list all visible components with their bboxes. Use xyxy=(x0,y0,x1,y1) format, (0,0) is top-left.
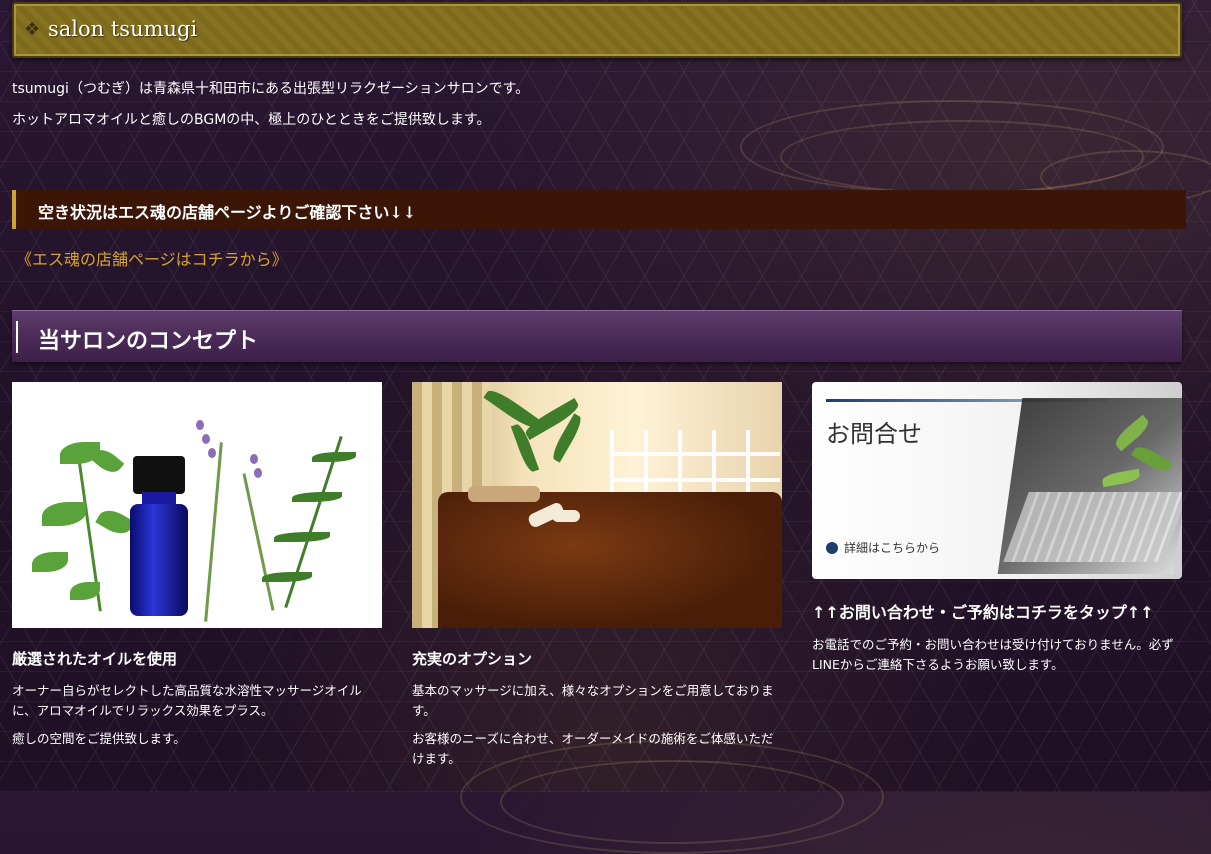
card-title: 厳選されたオイルを使用 xyxy=(12,650,178,668)
card-text: 基本のマッサージに加え、様々なオプションをご用意しております。 xyxy=(412,683,774,718)
concept-heading-bar: 当サロンのコンセプト xyxy=(12,310,1182,362)
card-text: オーナー自らがセレクトした高品質な水溶性マッサージオイルに、アロマオイルでリラッ… xyxy=(12,683,362,718)
background-swirl xyxy=(500,760,844,844)
treatment-room-image xyxy=(412,382,782,628)
intro-line-1: tsumugi（つむぎ）は青森県十和田市にある出張型リラクゼーションサロンです。 xyxy=(12,81,530,97)
contact-banner-link-text: 詳細はこちらから xyxy=(844,541,941,555)
crest-icon: ❖ xyxy=(24,19,41,40)
contact-banner-title: お問合せ xyxy=(826,420,922,448)
availability-heading-bar: 空き状況はエス魂の店舗ページよりご確認下さい↓↓ xyxy=(12,190,1186,229)
card-text: お電話でのご予約・お問い合わせは受け付けておりません。必ずLINEからご連絡下さ… xyxy=(812,637,1174,672)
shop-page-link[interactable]: 《エス魂の店舗ページはコチラから》 xyxy=(16,246,288,270)
play-icon xyxy=(826,542,838,554)
site-header: ❖ salon tsumugi xyxy=(12,2,1182,58)
background-swirl xyxy=(780,120,1144,194)
contact-banner[interactable]: お問合せ 詳細はこちらから xyxy=(812,382,1182,579)
card-title: 充実のオプション xyxy=(412,650,533,668)
concept-card-contact: お問合せ 詳細はこちらから ↑↑お問い合わせ・ご予約はコチラをタップ↑↑ お電話… xyxy=(812,382,1182,675)
oil-bottle xyxy=(130,456,188,616)
concept-card-options: 充実のオプション 基本のマッサージに加え、様々なオプションをご用意しております。… xyxy=(412,382,782,769)
intro-line-2: ホットアロマオイルと癒しのBGMの中、極上のひとときをご提供致します。 xyxy=(12,112,491,128)
availability-heading: 空き状況はエス魂の店舗ページよりご確認下さい↓↓ xyxy=(38,203,417,222)
background-swirl xyxy=(740,100,1164,194)
concept-heading: 当サロンのコンセプト xyxy=(38,328,259,354)
card-text: お客様のニーズに合わせ、オーダーメイドの施術をご体感いただけます。 xyxy=(412,731,774,766)
contact-banner-link: 詳細はこちらから xyxy=(826,539,940,556)
concept-card-oil: 厳選されたオイルを使用 オーナー自らがセレクトした高品質な水溶性マッサージオイル… xyxy=(12,382,382,749)
card-text: 癒しの空間をご提供致します。 xyxy=(12,731,186,746)
site-title: salon tsumugi xyxy=(48,17,198,41)
essential-oil-image xyxy=(12,382,382,628)
card-title[interactable]: ↑↑お問い合わせ・ご予約はコチラをタップ↑↑ xyxy=(812,599,1182,623)
heading-accent-line xyxy=(16,321,18,353)
